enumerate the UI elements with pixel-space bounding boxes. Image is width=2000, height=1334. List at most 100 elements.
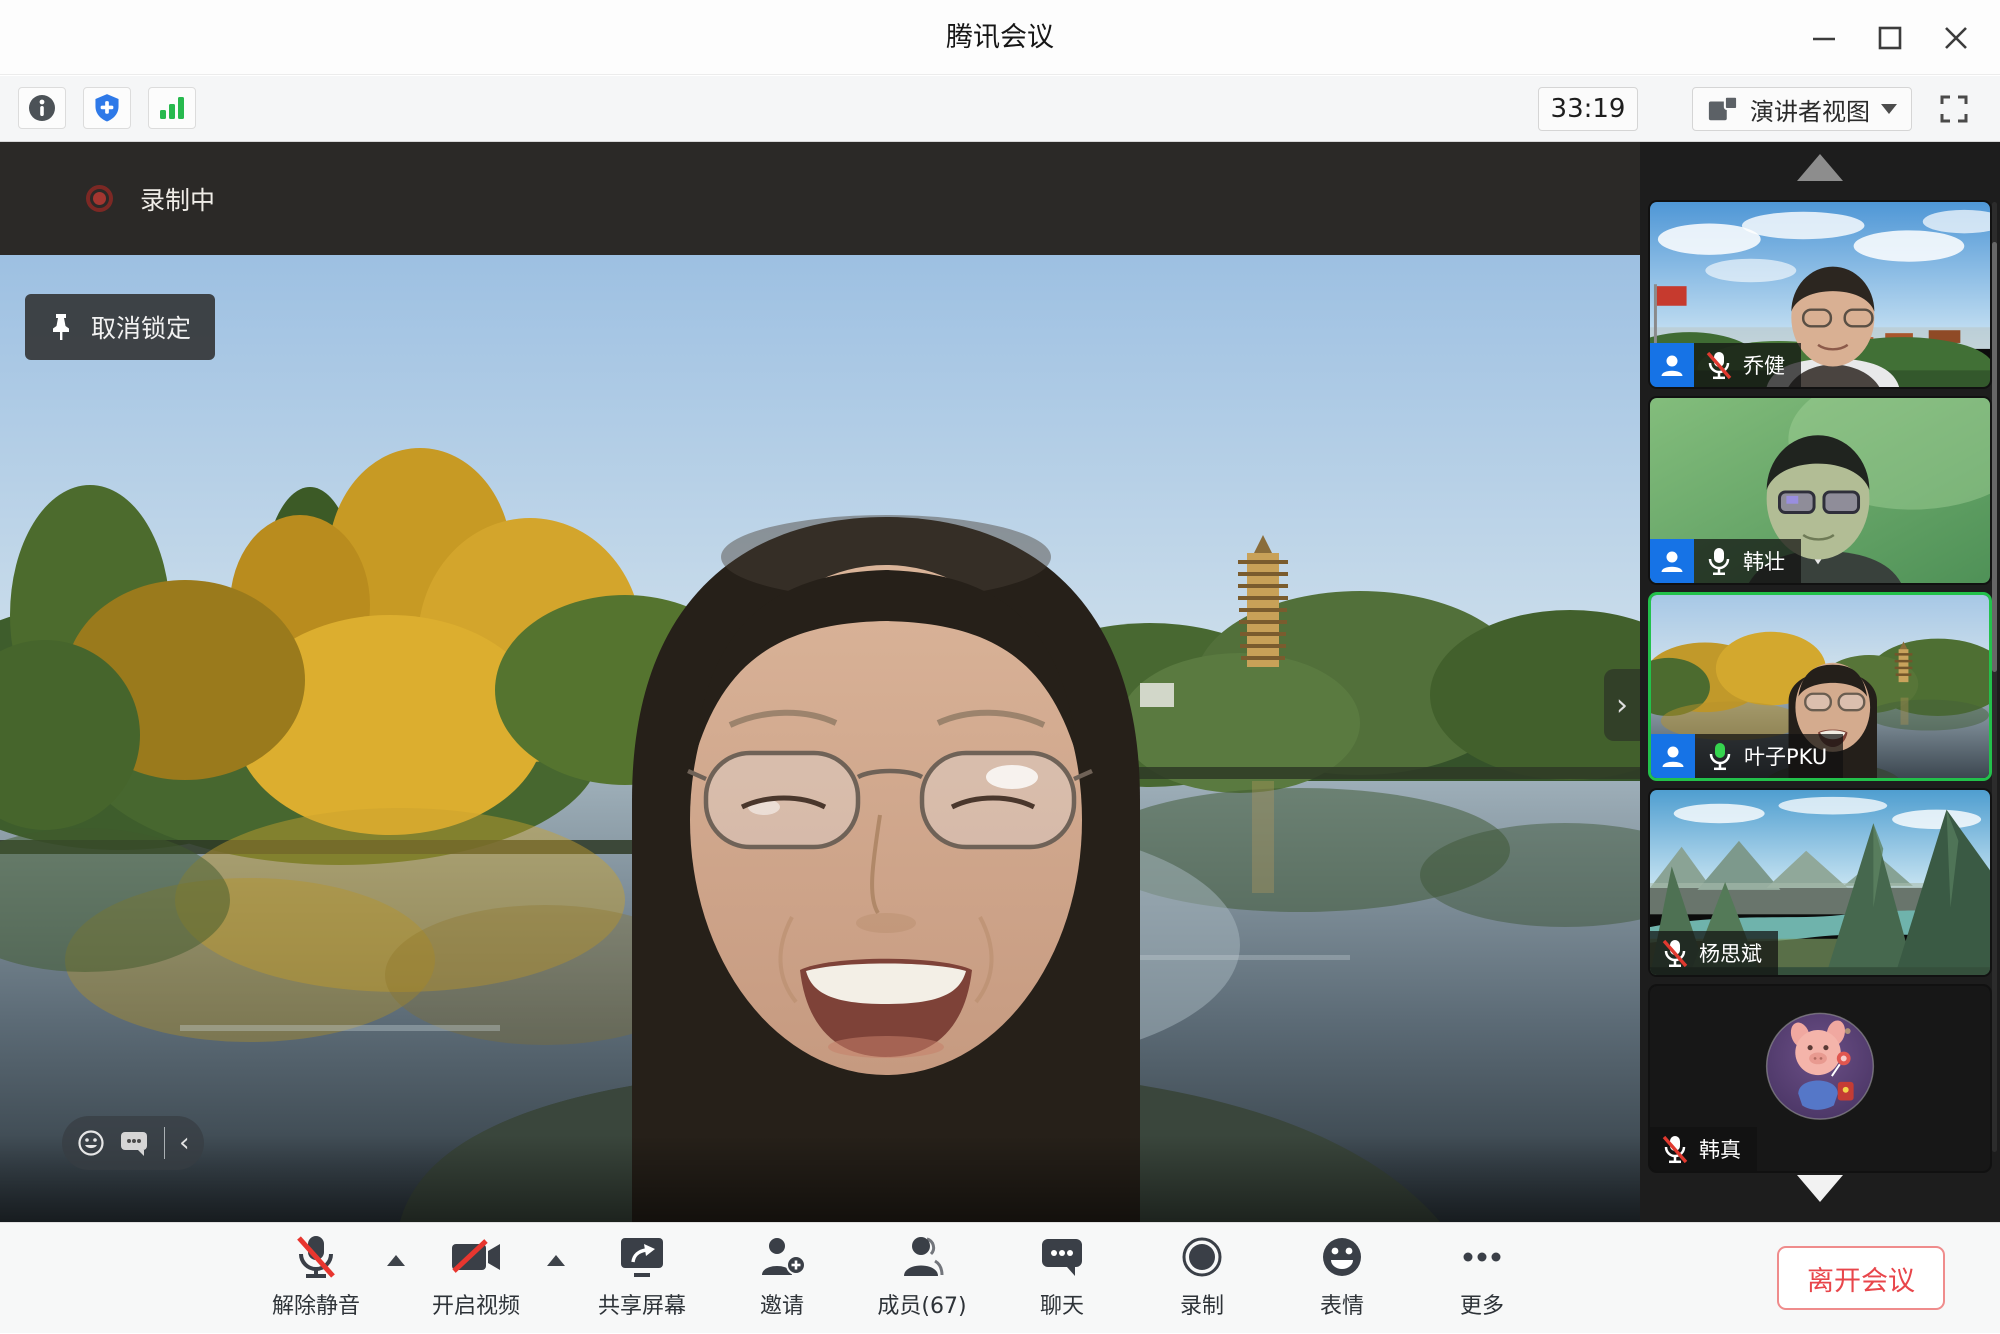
leave-meeting-button[interactable]: 离开会议 [1777,1246,1945,1310]
more-dots-icon [1458,1235,1506,1279]
pin-icon [49,312,73,342]
participant-name-bar: 乔健 [1650,343,1801,387]
participant-tile-qiaojian[interactable]: 乔健 [1648,200,1992,389]
video-options-button[interactable] [540,1223,572,1266]
pill-divider [164,1127,165,1159]
invite-button[interactable]: 邀请 [712,1223,852,1320]
minimize-icon [1811,25,1837,51]
minimize-button[interactable] [1796,10,1852,66]
meeting-timer: 33:19 [1538,87,1638,131]
chevron-up-icon [547,1255,565,1266]
close-icon [1943,25,1969,51]
view-mode-selector[interactable]: 演讲者视图 [1692,87,1912,131]
video-header-bar: 录制中 [0,142,1640,255]
maximize-button[interactable] [1862,10,1918,66]
close-button[interactable] [1928,10,1984,66]
camera-off-icon [450,1237,502,1277]
reactions-button[interactable]: 表情 [1272,1223,1412,1320]
participant-tile-yangsibin[interactable]: 杨思斌 [1648,788,1992,977]
participant-name: 杨思斌 [1699,938,1762,968]
mic-muted-icon [1662,938,1688,968]
scrollbar-thumb[interactable] [1992,242,1997,672]
invite-label: 邀请 [760,1288,804,1320]
reactions-quickbar: ‹ [62,1116,204,1170]
scroll-up-button[interactable] [1797,154,1843,181]
maximize-icon [1877,25,1903,51]
mic-on-icon [1706,546,1732,576]
sidebar-collapse-handle[interactable]: › [1604,669,1640,741]
share-screen-icon [618,1235,666,1279]
window-titlebar: 腾讯会议 [0,0,2000,75]
main-video-scene [0,255,1640,1222]
chevron-down-icon [1881,104,1897,114]
participant-name: 叶子PKU [1744,741,1827,771]
meeting-info-button[interactable] [18,87,66,129]
member-badge-icon [1650,539,1694,583]
recording-label: 录制中 [140,181,215,217]
bottom-control-bar: 解除静音 开启视频 共享屏幕 [0,1222,2000,1333]
unmute-button[interactable]: 解除静音 [252,1223,380,1320]
shield-icon [92,93,122,123]
record-label: 录制 [1180,1288,1224,1320]
member-badge-icon [1650,343,1694,387]
participant-name-bar: 叶子PKU [1651,734,1843,778]
start-video-button[interactable]: 开启视频 [412,1223,540,1320]
chat-icon [1039,1236,1085,1278]
mic-options-button[interactable] [380,1223,412,1266]
participant-tiles: 乔健 [1648,200,1992,1173]
layout-view-icon [1707,94,1739,124]
recording-dot-icon [86,185,113,212]
chevron-up-icon [387,1255,405,1266]
record-icon [1180,1235,1224,1279]
chat-button[interactable]: 聊天 [992,1223,1132,1320]
unpin-label: 取消锁定 [91,309,191,345]
mic-muted-icon [1662,1134,1688,1164]
fullscreen-button[interactable] [1928,87,1980,131]
chat-label: 聊天 [1040,1288,1084,1320]
members-label: 成员(67) [877,1288,966,1320]
participant-name: 韩真 [1699,1134,1741,1164]
info-icon [27,93,57,123]
members-icon [899,1235,945,1279]
network-signal-icon [157,94,187,122]
invite-person-icon [758,1235,806,1279]
emoji-quick-icon[interactable] [77,1129,105,1157]
unpin-button[interactable]: 取消锁定 [25,294,215,360]
participant-name-bar: 韩壮 [1650,539,1801,583]
fullscreen-icon [1939,94,1969,124]
chat-quick-icon[interactable] [119,1129,149,1157]
participant-name-bar: 韩真 [1650,1127,1757,1171]
sidebar-scrollbar[interactable] [1992,202,1997,1152]
view-mode-label: 演讲者视图 [1750,92,1870,127]
more-button[interactable]: 更多 [1412,1223,1552,1320]
members-button[interactable]: 成员(67) [852,1223,992,1320]
participant-tile-hanzhuang[interactable]: 韩壮 [1648,396,1992,585]
main-video-pinned[interactable]: 录制中 [0,142,1640,1222]
share-screen-button[interactable]: 共享屏幕 [572,1223,712,1320]
participant-name: 乔健 [1743,350,1785,380]
mic-muted-icon [1706,350,1732,380]
mic-speaking-icon [1707,741,1733,771]
meeting-content: 录制中 [0,142,2000,1222]
participant-tile-hanzhen[interactable]: 韩真 [1648,984,1992,1173]
window-title: 腾讯会议 [0,0,2000,75]
member-badge-icon [1651,734,1695,778]
participant-name-bar: 杨思斌 [1650,931,1778,975]
collapse-left-icon[interactable]: ‹ [179,1130,189,1156]
recording-indicator: 录制中 [86,181,215,217]
unmute-label: 解除静音 [272,1288,360,1320]
window-controls [1796,0,1984,75]
participants-sidebar: 乔健 [1640,142,2000,1222]
participant-name: 韩壮 [1743,546,1785,576]
record-button[interactable]: 录制 [1132,1223,1272,1320]
meeting-toolbar: 33:19 演讲者视图 [0,76,2000,142]
share-screen-label: 共享屏幕 [598,1288,686,1320]
meeting-security-button[interactable] [83,87,131,129]
participant-tile-yezipku[interactable]: 叶子PKU [1648,592,1992,781]
reactions-label: 表情 [1320,1288,1364,1320]
scroll-down-button[interactable] [1797,1175,1843,1202]
emoji-icon [1320,1235,1364,1279]
network-status-button[interactable] [148,87,196,129]
start-video-label: 开启视频 [432,1288,520,1320]
mic-muted-icon [295,1234,337,1280]
